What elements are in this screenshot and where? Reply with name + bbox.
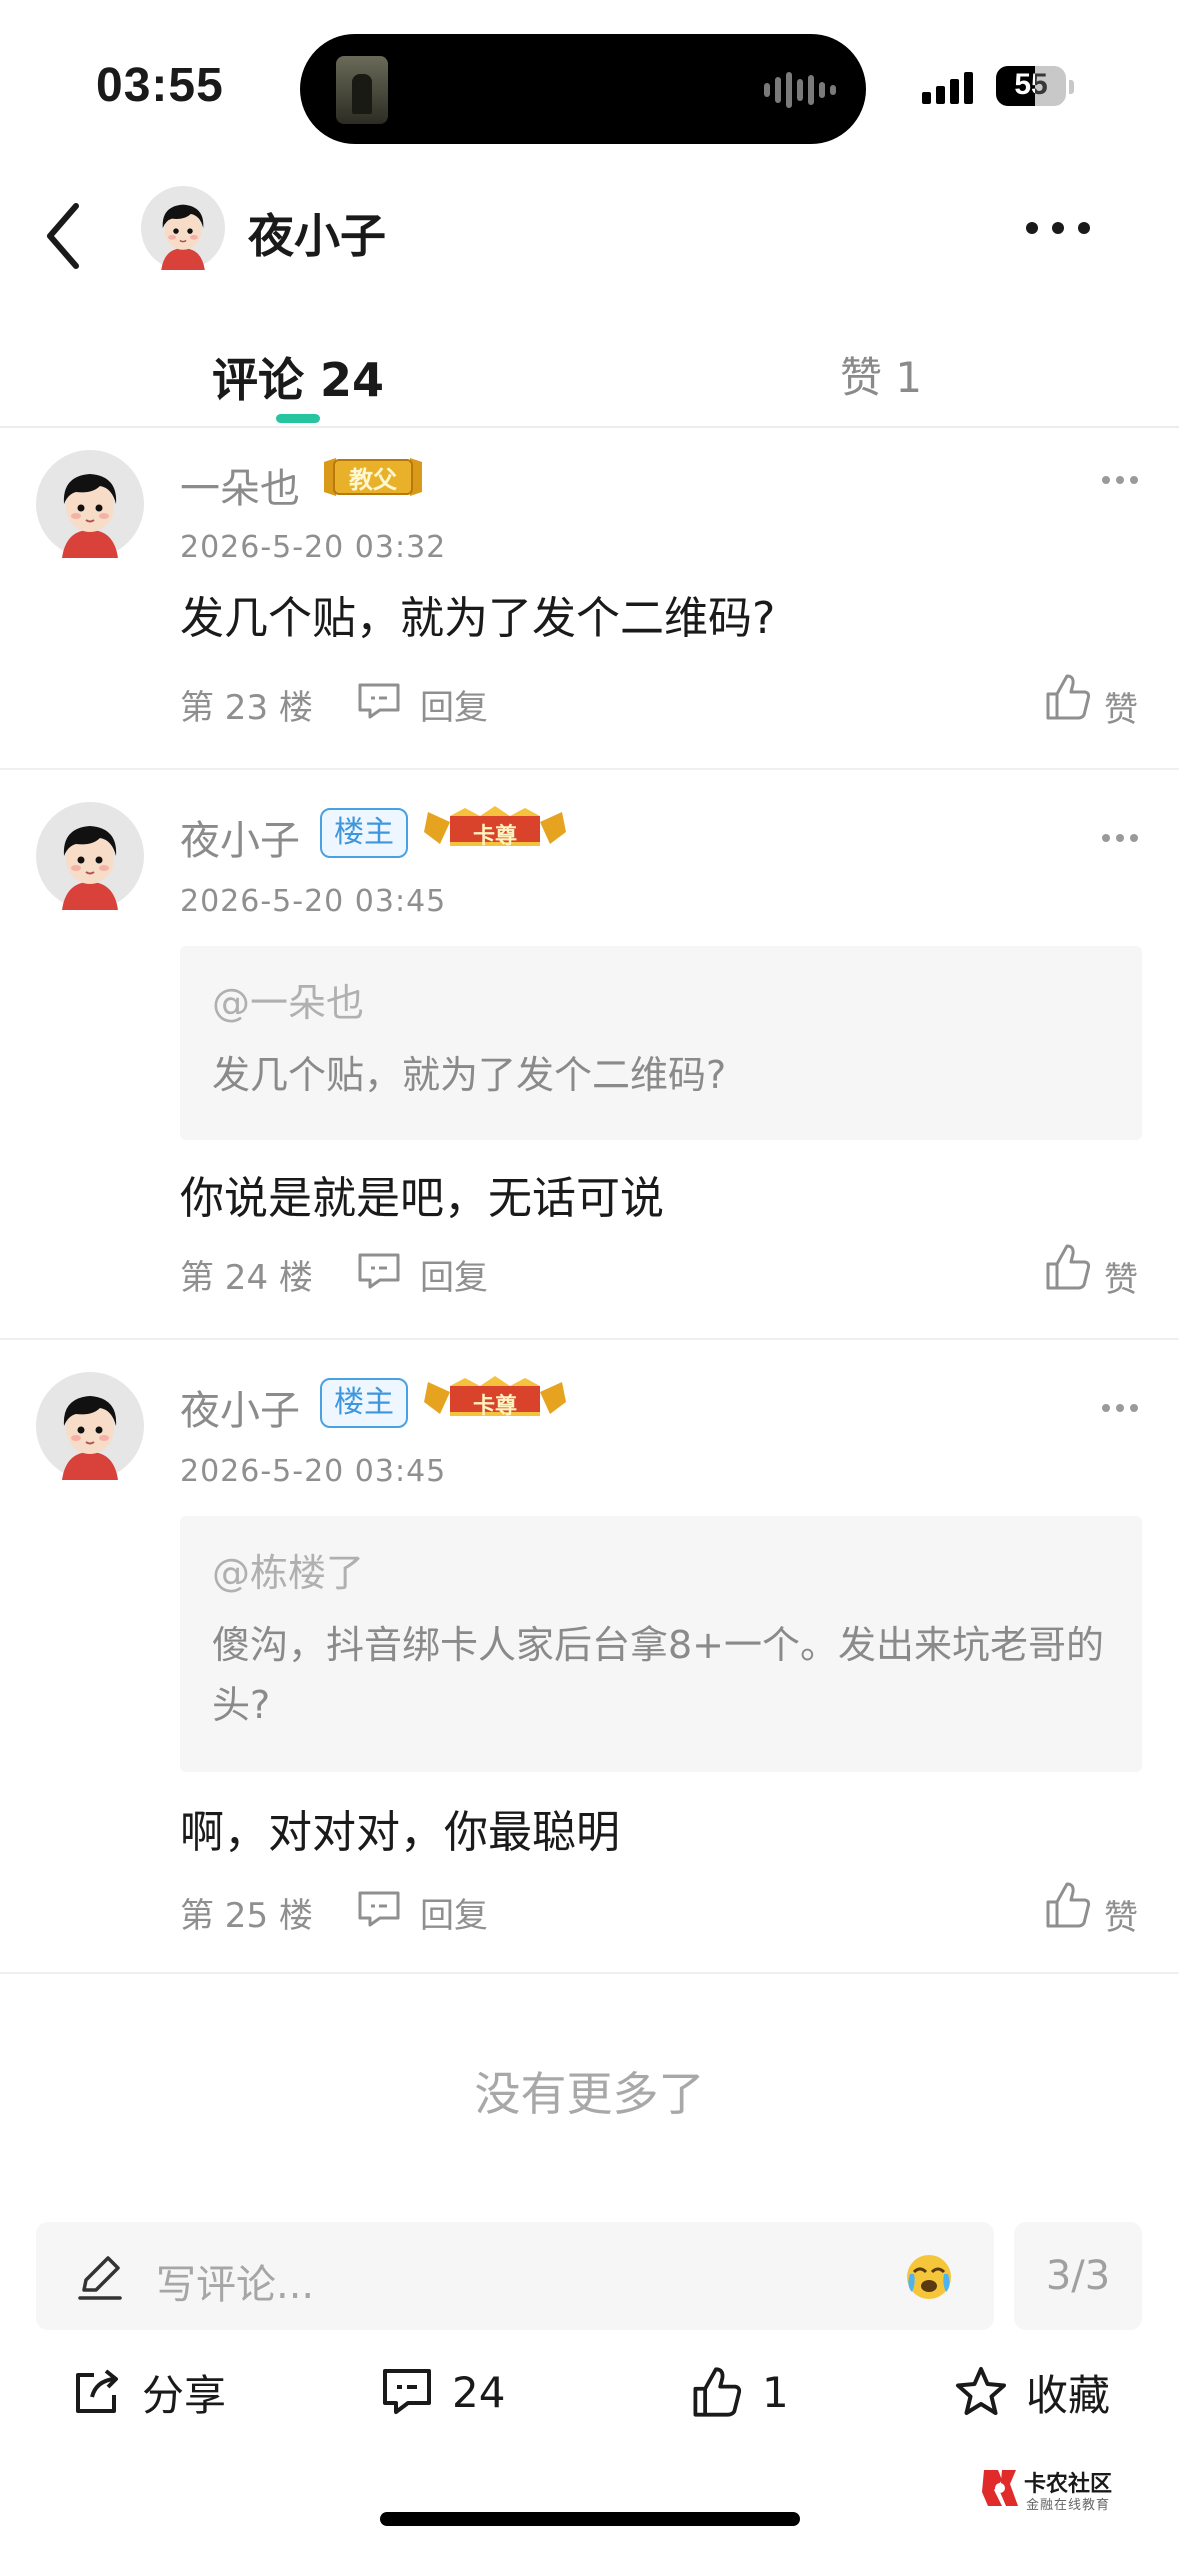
quoted-comment[interactable]: @栋楼了 傻沟，抖音绑卡人家后台拿8+一个。发出来坑老哥的头?: [180, 1516, 1142, 1772]
thumbs-up-icon: [693, 2367, 742, 2417]
reply-button[interactable]: 回复: [420, 680, 488, 729]
floor-number: 第 23 楼: [180, 688, 313, 728]
badge-kazun: 卡尊: [420, 802, 570, 852]
comment-text: 啊，对对对，你最聪明: [180, 1807, 620, 1858]
tab-likes[interactable]: 赞 1: [840, 344, 922, 405]
quoted-text: 傻沟，抖音绑卡人家后台拿8+一个。发出来坑老哥的头?: [212, 1623, 1105, 1727]
thumbs-up-icon[interactable]: [1044, 1242, 1092, 1292]
dynamic-island[interactable]: [300, 34, 866, 144]
page-indicator[interactable]: 3/3: [1014, 2222, 1142, 2330]
back-icon[interactable]: [38, 196, 92, 276]
tab-bar: 评论 24 赞 1: [0, 320, 1179, 428]
now-playing-thumbnail: [336, 56, 388, 124]
reply-button[interactable]: 回复: [420, 1250, 488, 1299]
thumbs-up-icon[interactable]: [1044, 1880, 1092, 1930]
share-label: 分享: [142, 2370, 227, 2420]
quoted-username: @栋楼了: [212, 1551, 365, 1595]
avatar[interactable]: [36, 450, 144, 558]
reply-icon[interactable]: [356, 1890, 402, 1928]
comments-button[interactable]: 24: [380, 2362, 505, 2422]
cellular-signal-icon: [922, 70, 973, 104]
comments-count: 24: [452, 2367, 506, 2417]
status-time: 03:55: [96, 59, 224, 112]
comment-input[interactable]: 写评论...: [156, 2252, 314, 2310]
likes-count: 1: [762, 2367, 789, 2417]
comment-footer: 第 24 楼 回复 赞: [180, 1242, 1142, 1302]
comment-item: 夜小子 楼主 卡尊 2026-5-20 03:45 @栋楼了 傻沟，抖音绑卡人家…: [0, 1342, 1179, 1974]
like-post-button[interactable]: 1: [690, 2362, 789, 2422]
kanong-watermark: 卡农社区 金融在线教育: [980, 2466, 1140, 2513]
thumbs-up-icon[interactable]: [1044, 672, 1092, 722]
more-options-icon[interactable]: [1026, 222, 1090, 234]
reply-icon[interactable]: [356, 1252, 402, 1290]
avatar[interactable]: [36, 1372, 144, 1480]
owner-badge: 楼主: [320, 1378, 408, 1428]
comment-footer: 第 25 楼 回复 赞: [180, 1880, 1142, 1940]
comment-username[interactable]: 一朵也: [180, 456, 300, 514]
comment-more-icon[interactable]: [1102, 1404, 1138, 1412]
battery-tip: [1069, 80, 1074, 94]
top-nav-bar: 夜小子: [0, 170, 1179, 320]
owner-badge: 楼主: [320, 808, 408, 858]
badge-label: 教父: [349, 466, 397, 494]
badge-label: 卡尊: [472, 1394, 517, 1419]
comment-time: 2026-5-20 03:32: [180, 530, 447, 565]
comment-more-icon[interactable]: [1102, 834, 1138, 842]
emoji-icon[interactable]: [904, 2252, 954, 2302]
quoted-username: @一朵也: [212, 981, 365, 1025]
quoted-comment[interactable]: @一朵也 发几个贴，就为了发个二维码?: [180, 946, 1142, 1140]
like-button[interactable]: 赞: [1104, 682, 1138, 731]
audio-waveform-icon: [764, 70, 836, 110]
share-icon: [76, 2369, 118, 2413]
like-button[interactable]: 赞: [1104, 1252, 1138, 1301]
comment-time: 2026-5-20 03:45: [180, 884, 447, 919]
comment-more-icon[interactable]: [1102, 476, 1138, 484]
pen-icon: [78, 2256, 122, 2300]
status-bar: 03:55 55: [0, 0, 1179, 170]
comment-text: 你说是就是吧，无话可说: [180, 1173, 664, 1224]
active-tab-indicator: [276, 414, 320, 423]
share-button[interactable]: 分享: [70, 2362, 226, 2422]
reply-icon[interactable]: [356, 682, 402, 720]
comment-time: 2026-5-20 03:45: [180, 1454, 447, 1489]
comment-composer[interactable]: 写评论...: [36, 2222, 994, 2330]
favorite-button[interactable]: 收藏: [954, 2362, 1110, 2422]
star-icon: [956, 2367, 1006, 2415]
no-more-text: 没有更多了: [474, 2067, 705, 2121]
comment-icon: [383, 2369, 431, 2414]
like-button[interactable]: 赞: [1104, 1890, 1138, 1939]
watermark-subtitle: 金融在线教育: [1026, 2498, 1111, 2513]
comment-text: 发几个贴，就为了发个二维码?: [180, 593, 776, 644]
comment-footer: 第 23 楼 回复 赞: [180, 672, 1142, 732]
floor-number: 第 25 楼: [180, 1896, 313, 1936]
badge-label: 卡尊: [472, 824, 517, 849]
battery-level: 55: [1014, 68, 1048, 101]
comment-item: 夜小子 楼主 卡尊 2026-5-20 03:45 @一朵也 发几个贴，就为了发…: [0, 772, 1179, 1340]
tab-comments[interactable]: 评论 24: [212, 344, 384, 410]
home-indicator[interactable]: [380, 2512, 800, 2526]
floor-number: 第 24 楼: [180, 1258, 313, 1298]
author-name[interactable]: 夜小子: [248, 200, 386, 266]
reply-button[interactable]: 回复: [420, 1888, 488, 1937]
comment-username[interactable]: 夜小子: [180, 1378, 300, 1436]
badge-jiaofu: 教父: [318, 454, 428, 500]
badge-kazun: 卡尊: [420, 1372, 570, 1422]
avatar[interactable]: [36, 802, 144, 910]
battery-icon: 55: [996, 66, 1066, 106]
bottom-action-bar: 分享 24 1 收藏: [0, 2352, 1179, 2434]
author-avatar[interactable]: [141, 186, 225, 270]
quoted-text: 发几个贴，就为了发个二维码?: [212, 1053, 727, 1097]
kanong-logo-icon: [982, 2470, 1018, 2506]
comment-username[interactable]: 夜小子: [180, 808, 300, 866]
favorite-label: 收藏: [1026, 2370, 1111, 2420]
comment-item: 一朵也 教父 2026-5-20 03:32 发几个贴，就为了发个二维码? 第 …: [0, 430, 1179, 770]
